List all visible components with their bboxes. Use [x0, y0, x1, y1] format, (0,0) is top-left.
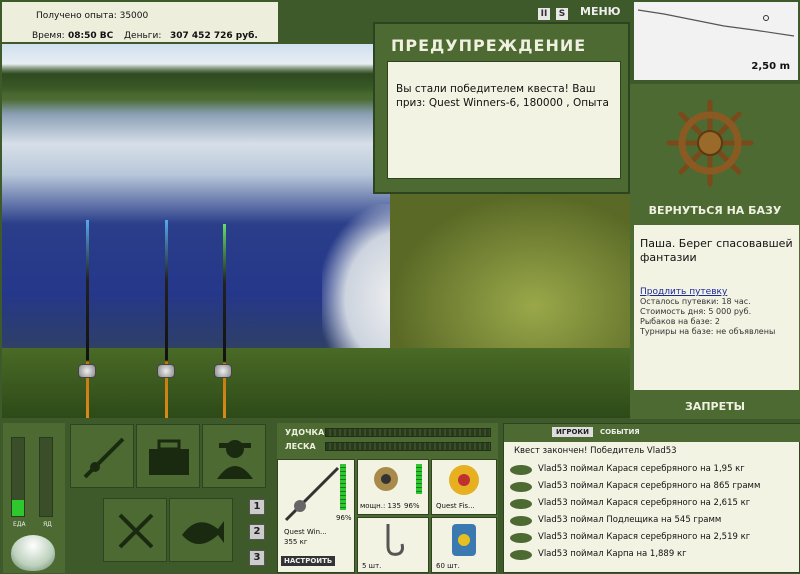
day-cost: Стоимость дня: 5 000 руб. — [640, 307, 752, 316]
warning-title: ПРЕДУПРЕЖДЕНИЕ — [391, 36, 587, 55]
tackle-box-tile[interactable] — [136, 424, 200, 488]
food-label: ЕДА — [13, 521, 26, 528]
reel-icon-2 — [157, 364, 175, 378]
fishing-rod-icon — [83, 437, 125, 479]
warning-message: Вы стали победителем квеста! Ваш приз: Q… — [387, 61, 621, 179]
reel-percent: 96% — [404, 502, 420, 510]
setup-button[interactable]: НАСТРОИТЬ — [281, 556, 336, 566]
reel-icon — [374, 467, 398, 491]
return-to-base-button[interactable]: ВЕРНУТЬСЯ НА БАЗУ — [630, 204, 800, 217]
rods-tile[interactable] — [70, 424, 134, 488]
line-spool-icon — [449, 465, 479, 495]
depth-value: 2,50 m — [751, 61, 790, 72]
tab-players[interactable]: ИГРОКИ — [552, 427, 593, 437]
event-row: Vlad53 поймал Карпа на 1,889 кг — [510, 548, 798, 562]
ship-wheel-icon[interactable] — [665, 98, 755, 188]
fishing-rod-2[interactable] — [165, 220, 168, 418]
bait-count: 60 шт. — [436, 562, 460, 570]
rod-strength-label: УДОЧКА — [285, 428, 325, 437]
events-tabs: ИГРОКИ СОБЫТИЯ — [504, 424, 800, 442]
fisherman-icon — [217, 440, 253, 479]
rod-strength-bar — [325, 428, 491, 437]
event-row: Vlad53 поймал Карася серебряного на 2,61… — [510, 497, 798, 511]
page-button-1[interactable]: 1 — [249, 499, 265, 515]
bottom-panel: ЕДА ЯД 1 2 3 УДОЧКА ЛЕСКА 96% Quest Win.… — [0, 419, 800, 574]
line-strength-bar — [325, 442, 491, 451]
events-header: Квест закончен! Победитель Vlad53 — [514, 446, 677, 456]
extend-permit-link[interactable]: Продлить путевку — [640, 287, 793, 297]
fish-icon — [510, 482, 532, 492]
event-row: Vlad53 поймал Карася серебряного на 2,51… — [510, 531, 798, 545]
tackle-panel: УДОЧКА ЛЕСКА 96% Quest Win... 355 кг НАС… — [277, 423, 498, 573]
line-strength-label: ЛЕСКА — [285, 442, 316, 451]
pause-icon[interactable]: II — [538, 8, 550, 20]
permit-remaining: Осталось путевки: 18 час. — [640, 297, 751, 306]
tab-events[interactable]: СОБЫТИЯ — [600, 428, 640, 436]
time-value: 08:50 ВС — [68, 31, 114, 41]
warning-dialog: ПРЕДУПРЕЖДЕНИЕ Вы стали победителем квес… — [373, 22, 630, 194]
page-button-2[interactable]: 2 — [249, 524, 265, 540]
base-name: Паша. Берег спасовавшей фантазии — [640, 237, 793, 264]
hook-icon — [386, 524, 404, 556]
fishing-rod-3[interactable] — [223, 224, 226, 418]
fishing-rod-1[interactable] — [86, 220, 89, 418]
tournaments-info: Турниры на базе: не объявлены — [640, 327, 776, 336]
status-meters: ЕДА ЯД — [3, 423, 65, 573]
hook-count: 5 шт. — [362, 562, 382, 570]
money-value: 307 452 726 руб. — [170, 31, 258, 41]
base-panel: ВЕРНУТЬСЯ НА БАЗУ Паша. Берег спасовавше… — [630, 84, 800, 419]
fish-icon — [510, 550, 532, 560]
poison-meter — [39, 437, 53, 517]
bait-can-icon — [452, 524, 476, 556]
fisherman-tile[interactable] — [202, 424, 266, 488]
fishers-count: Рыбаков на базе: 2 — [640, 317, 720, 326]
reel-slot[interactable]: мощн.: 135 96% — [357, 459, 429, 515]
poison-label: ЯД — [43, 521, 52, 528]
near-bank — [2, 348, 630, 418]
rod-icon — [284, 466, 340, 522]
tackle-box-icon — [149, 439, 189, 475]
line-name: Quest Fis... — [436, 502, 475, 510]
knife-fork-icon — [118, 513, 154, 549]
game-screen: Получено опыта: 35000 Время: 08:50 ВС Де… — [0, 0, 800, 574]
reel-power: мощн.: 135 — [360, 502, 401, 510]
food-meter — [11, 437, 25, 517]
fish-icon — [510, 499, 532, 509]
fish-icon — [510, 533, 532, 543]
money-label: Деньги: — [124, 31, 162, 41]
hook-slot[interactable]: 5 шт. — [357, 517, 429, 573]
rod-percent: 96% — [336, 514, 352, 522]
bans-button[interactable]: ЗАПРЕТЫ — [630, 400, 800, 413]
reel-icon-1 — [78, 364, 96, 378]
line-slot[interactable]: Quest Fis... — [431, 459, 497, 515]
event-row: Vlad53 поймал Карася серебряного на 865 … — [510, 480, 798, 494]
rod-name: Quest Win... — [284, 528, 327, 536]
rod-weight: 355 кг — [284, 538, 308, 546]
events-panel: ИГРОКИ СОБЫТИЯ Квест закончен! Победител… — [503, 423, 800, 573]
food-pot-icon[interactable] — [11, 535, 55, 571]
menu-button[interactable]: МЕНЮ — [580, 5, 621, 18]
experience-text: Получено опыта: 35000 — [36, 11, 149, 21]
float-marker-icon — [763, 15, 769, 21]
fish-icon — [510, 465, 532, 475]
catch-tile[interactable] — [169, 498, 233, 562]
event-row: Vlad53 поймал Подлещика на 545 грамм — [510, 514, 798, 528]
event-row: Vlad53 поймал Карася серебряного на 1,95… — [510, 463, 798, 477]
fish-icon — [182, 521, 224, 544]
page-button-3[interactable]: 3 — [249, 550, 265, 566]
depth-chart: 2,50 m — [632, 0, 800, 82]
food-tile[interactable] — [103, 498, 167, 562]
rod-slot[interactable]: 96% Quest Win... 355 кг НАСТРОИТЬ — [277, 459, 355, 573]
bait-slot[interactable]: 60 шт. — [431, 517, 497, 573]
fish-icon — [510, 516, 532, 526]
treeline — [2, 44, 382, 99]
reel-icon-3 — [214, 364, 232, 378]
sound-icon[interactable]: S — [556, 8, 568, 20]
status-box: Получено опыта: 35000 Время: 08:50 ВС Де… — [0, 0, 280, 44]
base-info: Паша. Берег спасовавшей фантазии Продлит… — [634, 225, 799, 390]
time-label: Время: — [32, 31, 65, 41]
